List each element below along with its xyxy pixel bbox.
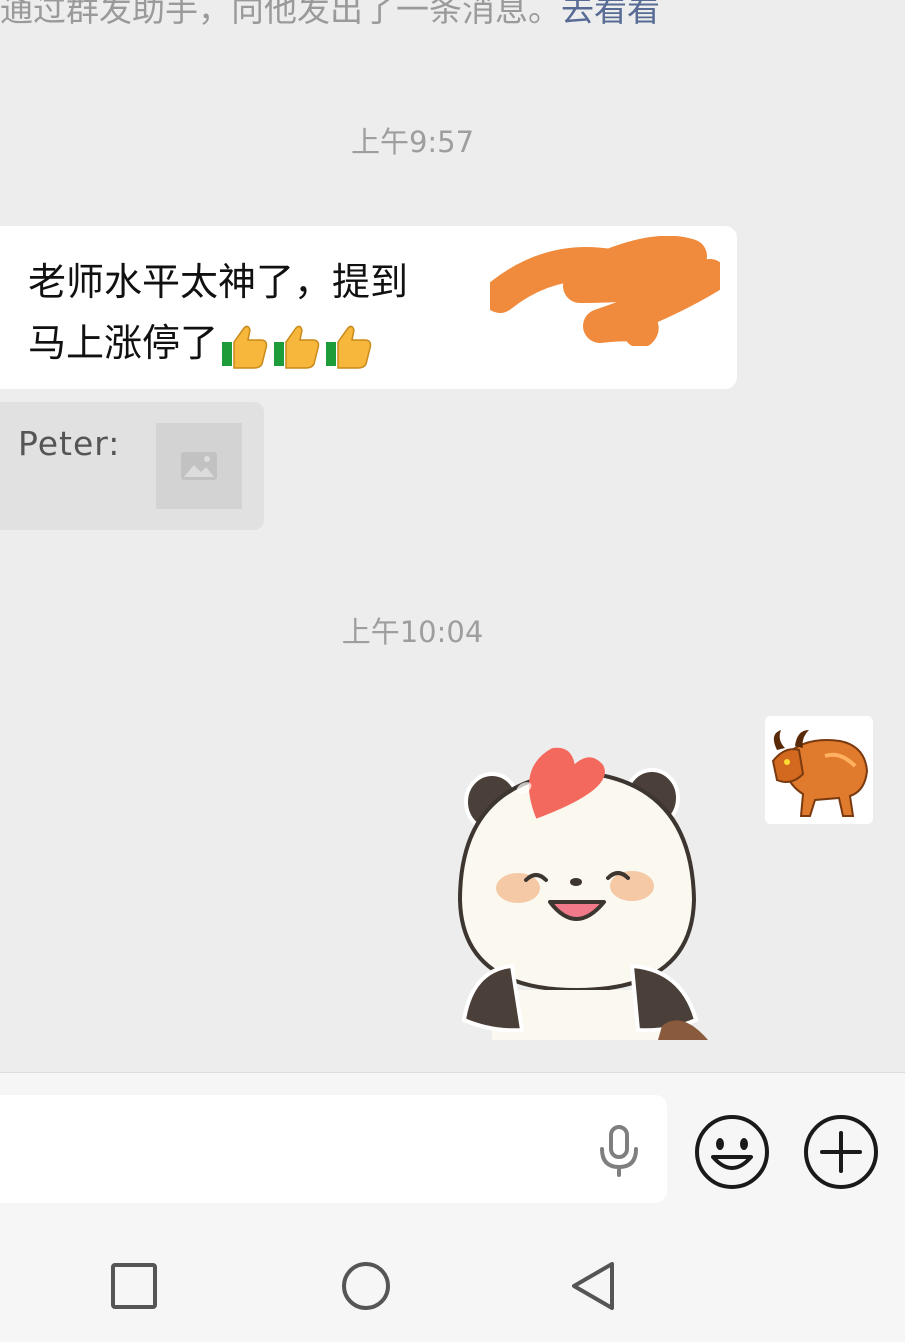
plus-icon[interactable] [802,1113,880,1191]
message-text-line-2-text: 马上涨停了 [28,321,219,365]
quote-image-thumbnail[interactable] [156,423,242,509]
view-link[interactable]: 去看看 [561,0,660,29]
avatar[interactable] [765,716,873,824]
message-input[interactable] [0,1095,667,1203]
back-icon[interactable] [564,1256,624,1316]
image-placeholder-icon [181,452,217,480]
smiley-icon[interactable] [693,1113,771,1191]
quote-sender: Peter: [18,424,121,463]
redaction-scribble [490,236,720,346]
recent-apps-icon[interactable] [104,1256,164,1316]
thumbs-up-icon [222,325,268,369]
thumbs-up-icon [326,325,372,369]
mic-icon[interactable] [596,1123,642,1179]
system-notice: 通过群发助手，向他发出了一条消息。去看看 [0,0,905,34]
home-icon[interactable] [336,1256,396,1316]
thumbs-up-icon [274,325,320,369]
timestamp: 上午9:57 [350,125,475,159]
timestamp: 上午10:04 [341,615,484,649]
system-notice-text: 通过群发助手，向他发出了一条消息。 [0,0,561,29]
panda-sticker [457,747,708,1040]
quoted-message[interactable]: Peter: [0,402,264,530]
bull-avatar-image [765,716,873,824]
input-bar [0,1072,905,1230]
system-navigation-bar [0,1230,905,1342]
